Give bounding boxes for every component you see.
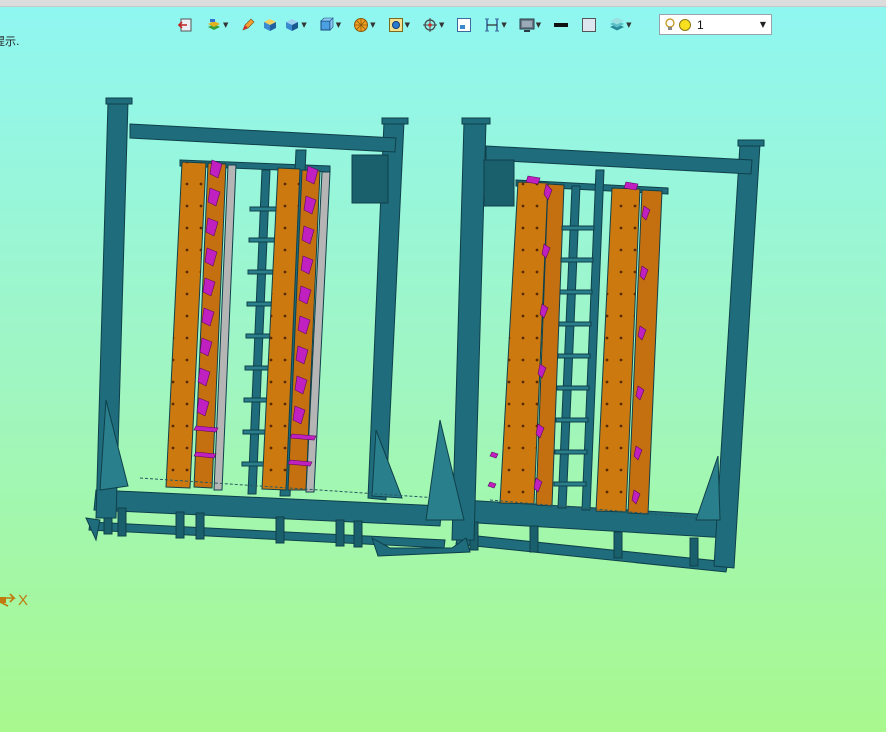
right-top-beam xyxy=(485,145,753,175)
right-post-right xyxy=(713,143,761,569)
right-base-skid xyxy=(455,533,729,573)
right-rack xyxy=(425,117,765,573)
x-axis-label: X xyxy=(18,592,29,609)
right-post-left xyxy=(451,121,487,541)
model-viewport[interactable] xyxy=(0,0,886,732)
left-base-skid xyxy=(88,521,446,549)
left-top-beam xyxy=(129,123,397,153)
axis-indicator: X xyxy=(0,592,28,609)
right-base-beam xyxy=(459,499,731,539)
left-rack xyxy=(85,97,446,549)
